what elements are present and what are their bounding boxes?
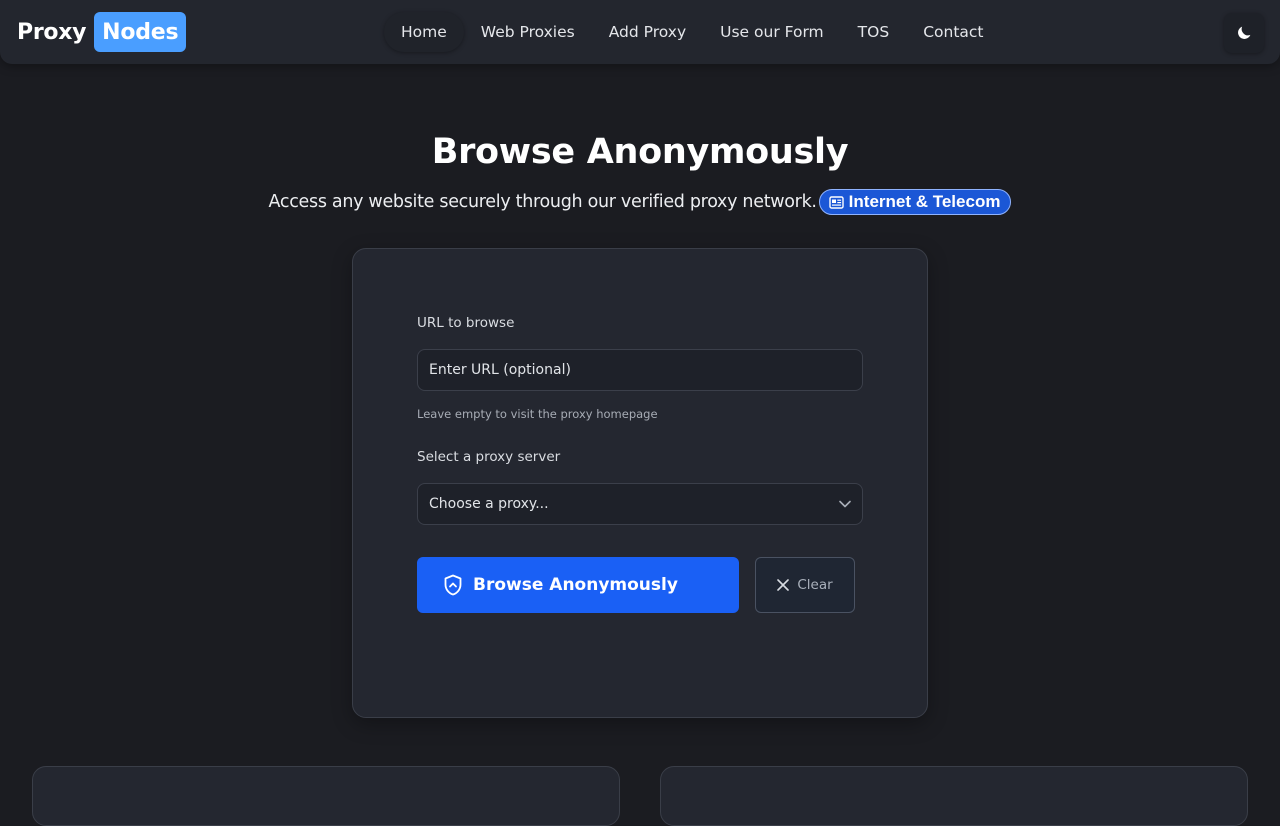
shield-icon: [444, 574, 462, 596]
hero-subtitle-row: Access any website securely through our …: [0, 189, 1280, 215]
url-label: URL to browse: [417, 315, 515, 331]
nav-use-our-form[interactable]: Use our Form: [703, 12, 841, 52]
nav-add-proxy[interactable]: Add Proxy: [592, 12, 703, 52]
clear-button-label: Clear: [797, 577, 833, 593]
url-help-text: Leave empty to visit the proxy homepage: [417, 407, 658, 421]
category-badge[interactable]: Internet & Telecom: [818, 189, 1012, 215]
brand-logo[interactable]: Proxy Nodes: [17, 12, 187, 52]
brand-text-nodes: Nodes: [94, 12, 187, 52]
top-navbar: Proxy Nodes Home Web Proxies Add Proxy U…: [0, 0, 1280, 64]
chevron-down-icon: [839, 500, 851, 508]
browse-button-label: Browse Anonymously: [473, 575, 678, 595]
url-input[interactable]: Enter URL (optional): [417, 349, 863, 391]
browse-anonymously-button[interactable]: Browse Anonymously: [417, 557, 739, 613]
category-badge-label: Internet & Telecom: [848, 192, 1001, 211]
hero-subtitle: Access any website securely through our …: [268, 192, 817, 212]
main-nav: Home Web Proxies Add Proxy Use our Form …: [384, 12, 1001, 52]
proxy-form-card: URL to browse Enter URL (optional) Leave…: [352, 248, 928, 718]
moon-icon: [1238, 26, 1251, 39]
info-card-left: [32, 766, 620, 826]
info-card-right: [660, 766, 1248, 826]
proxy-select-value: Choose a proxy...: [429, 496, 549, 512]
nav-tos[interactable]: TOS: [841, 12, 907, 52]
theme-toggle-button[interactable]: [1224, 13, 1264, 53]
newspaper-icon: [828, 195, 844, 209]
brand-text-proxy: Proxy: [17, 19, 87, 45]
proxy-select[interactable]: Choose a proxy...: [417, 483, 863, 525]
close-icon: [777, 579, 790, 591]
nav-home[interactable]: Home: [384, 12, 464, 52]
clear-button[interactable]: Clear: [755, 557, 855, 613]
nav-contact[interactable]: Contact: [906, 12, 1000, 52]
url-input-placeholder: Enter URL (optional): [429, 362, 571, 378]
page-title: Browse Anonymously: [431, 132, 849, 172]
nav-web-proxies[interactable]: Web Proxies: [464, 12, 592, 52]
proxy-label: Select a proxy server: [417, 449, 561, 465]
